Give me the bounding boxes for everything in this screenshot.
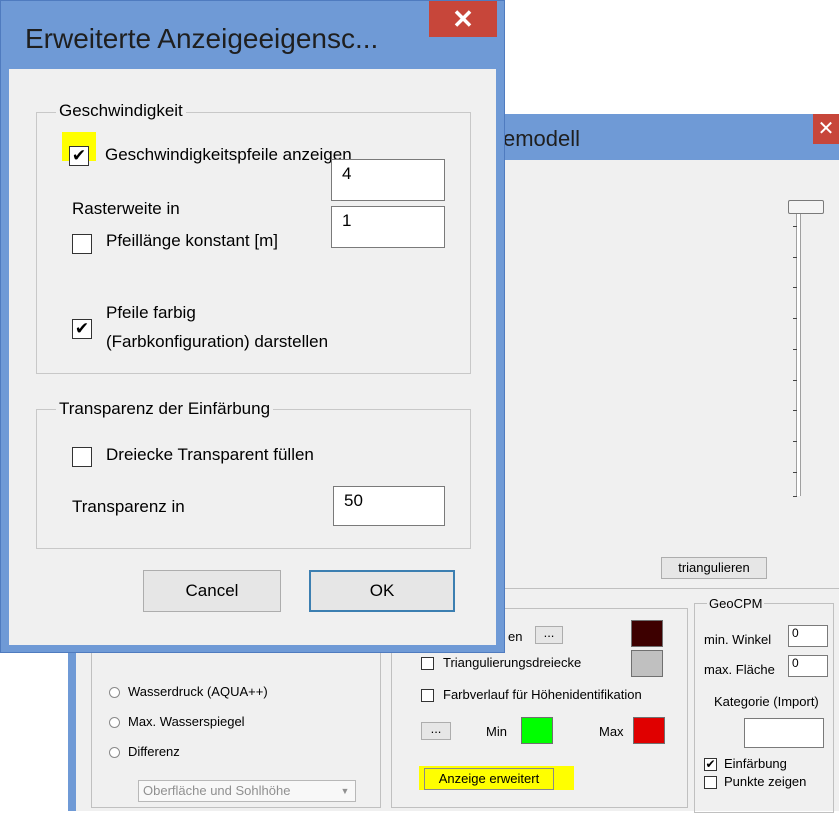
- chevron-down-icon[interactable]: ▼: [337, 783, 353, 799]
- geocpm-legend: GeoCPM: [707, 596, 765, 611]
- transparent-fill-label: Dreiecke Transparent füllen: [106, 445, 314, 464]
- surface-combo-value: Oberfläche und Sohlhöhe: [143, 783, 291, 798]
- category-label: Kategorie (Import): [714, 694, 819, 709]
- surface-combo[interactable]: Oberfläche und Sohlhöhe ▼: [138, 780, 356, 802]
- transparent-fill-checkbox[interactable]: [72, 447, 92, 467]
- show-points-checkbox[interactable]: [704, 776, 717, 789]
- const-length-checkbox[interactable]: [72, 234, 92, 254]
- cancel-button[interactable]: Cancel: [143, 570, 281, 612]
- gradient-checkbox[interactable]: [421, 689, 434, 702]
- triangle-label: Triangulierungsdreiecke: [443, 655, 582, 670]
- const-length-input[interactable]: 1: [331, 206, 445, 248]
- slider-tick: [793, 226, 797, 227]
- min-angle-input[interactable]: 0: [788, 625, 828, 647]
- advanced-display-dialog: Erweiterte Anzeigeeigensc... ✕ Geschwind…: [0, 0, 505, 653]
- raster-input[interactable]: 4: [331, 159, 445, 201]
- radio-max-wasserspiegel[interactable]: [109, 717, 120, 728]
- slider-tick: [793, 318, 797, 319]
- extended-display-button[interactable]: Anzeige erweitert: [424, 768, 554, 790]
- radio-differenz[interactable]: [109, 747, 120, 758]
- max-area-input[interactable]: 0: [788, 655, 828, 677]
- vertical-slider-thumb[interactable]: [788, 200, 824, 214]
- min-angle-label: min. Winkel: [704, 632, 772, 647]
- show-arrows-checkbox[interactable]: ✔: [69, 146, 89, 166]
- raster-label: Rasterweite in: [72, 199, 180, 218]
- show-points-label: Punkte zeigen: [724, 774, 807, 789]
- max-color-swatch[interactable]: [633, 717, 665, 744]
- vertical-slider-track[interactable]: [796, 208, 801, 496]
- transparency-group: [36, 409, 471, 549]
- transparency-input[interactable]: 50: [333, 486, 445, 526]
- radio-label-wasserdruck: Wasserdruck (AQUA++): [128, 684, 268, 699]
- coloring-label: Einfärbung: [724, 756, 787, 771]
- ok-button[interactable]: OK: [309, 570, 455, 612]
- slider-tick: [793, 287, 797, 288]
- background-close-icon[interactable]: ✕: [813, 114, 839, 144]
- category-input[interactable]: [744, 718, 824, 748]
- radio-wasserdruck[interactable]: [109, 687, 120, 698]
- max-label: Max: [599, 724, 624, 739]
- background-window-title: emodell: [503, 126, 581, 151]
- slider-tick: [793, 472, 797, 473]
- transparency-label: Transparenz in: [72, 497, 185, 516]
- colored-arrows-label-line1: Pfeile farbig: [106, 303, 196, 322]
- transparency-legend: Transparenz der Einfärbung: [56, 399, 274, 419]
- colored-arrows-label-line2: (Farbkonfiguration) darstellen: [106, 332, 329, 351]
- close-icon[interactable]: ✕: [429, 1, 497, 37]
- browse-color-button[interactable]: ...: [535, 626, 563, 644]
- max-area-label: max. Fläche: [704, 662, 775, 677]
- slider-tick: [793, 349, 797, 350]
- slider-tick: [793, 441, 797, 442]
- radio-label-max-wasserspiegel: Max. Wasserspiegel: [128, 714, 245, 729]
- slider-tick: [793, 380, 797, 381]
- slider-tick: [793, 496, 797, 497]
- triangle-checkbox[interactable]: [421, 657, 434, 670]
- min-label: Min: [486, 724, 507, 739]
- color-swatch-top[interactable]: [631, 620, 663, 647]
- dialog-title: Erweiterte Anzeigeeigensc...: [25, 23, 379, 54]
- slider-tick: [793, 257, 797, 258]
- min-color-swatch[interactable]: [521, 717, 553, 744]
- triangle-color-swatch[interactable]: [631, 650, 663, 677]
- gradient-browse-button[interactable]: ...: [421, 722, 451, 740]
- colored-arrows-checkbox[interactable]: ✔: [72, 319, 92, 339]
- triangulate-button[interactable]: triangulieren: [661, 557, 767, 579]
- gradient-label: Farbverlauf für Höhenidentifikation: [443, 687, 642, 702]
- dialog-client: Geschwindigkeit ✔ Geschwindigkeitspfeile…: [9, 69, 496, 645]
- velocity-legend: Geschwindigkeit: [56, 101, 186, 121]
- const-length-label: Pfeillänge konstant [m]: [106, 231, 278, 250]
- coloring-checkbox[interactable]: ✔: [704, 758, 717, 771]
- show-arrows-label: Geschwindigkeitspfeile anzeigen: [105, 145, 352, 164]
- slider-tick: [793, 410, 797, 411]
- radio-label-differenz: Differenz: [128, 744, 180, 759]
- partial-color-label: en: [508, 629, 523, 644]
